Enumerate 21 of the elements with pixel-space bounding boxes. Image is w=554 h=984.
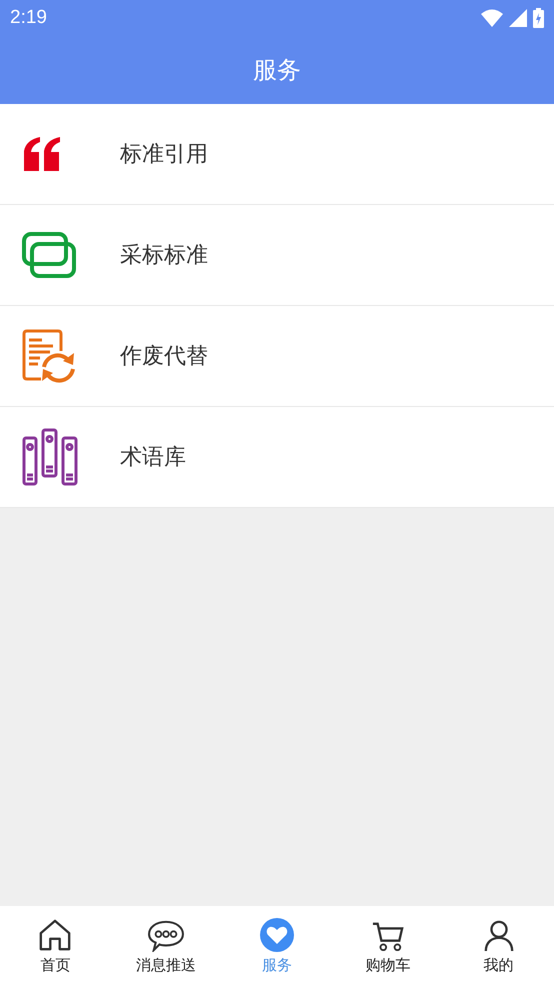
wifi-icon — [481, 9, 503, 27]
chat-bubble-icon — [147, 920, 186, 952]
status-time: 2:19 — [10, 6, 47, 30]
page-title: 服务 — [253, 55, 301, 86]
service-list-item[interactable]: 作废代替 — [0, 306, 554, 407]
cart-icon — [370, 920, 405, 952]
overlapping-frames-icon — [22, 232, 76, 278]
nav-tab[interactable]: 消息推送 — [110, 906, 222, 984]
books-icon — [22, 428, 78, 486]
service-list-item[interactable]: 采标标准 — [0, 205, 554, 306]
nav-tab[interactable]: 购物车 — [332, 906, 444, 984]
quote-icon — [22, 137, 62, 171]
nav-tab[interactable]: 首页 — [0, 906, 111, 984]
document-refresh-icon — [22, 329, 76, 383]
service-list-item[interactable]: 标准引用 — [0, 104, 554, 205]
battery-icon — [533, 8, 544, 28]
person-icon — [482, 920, 515, 952]
service-list-item[interactable]: 术语库 — [0, 407, 554, 508]
home-icon — [38, 918, 72, 952]
nav-tab[interactable]: 我的 — [443, 906, 554, 984]
signal-icon — [509, 9, 527, 27]
